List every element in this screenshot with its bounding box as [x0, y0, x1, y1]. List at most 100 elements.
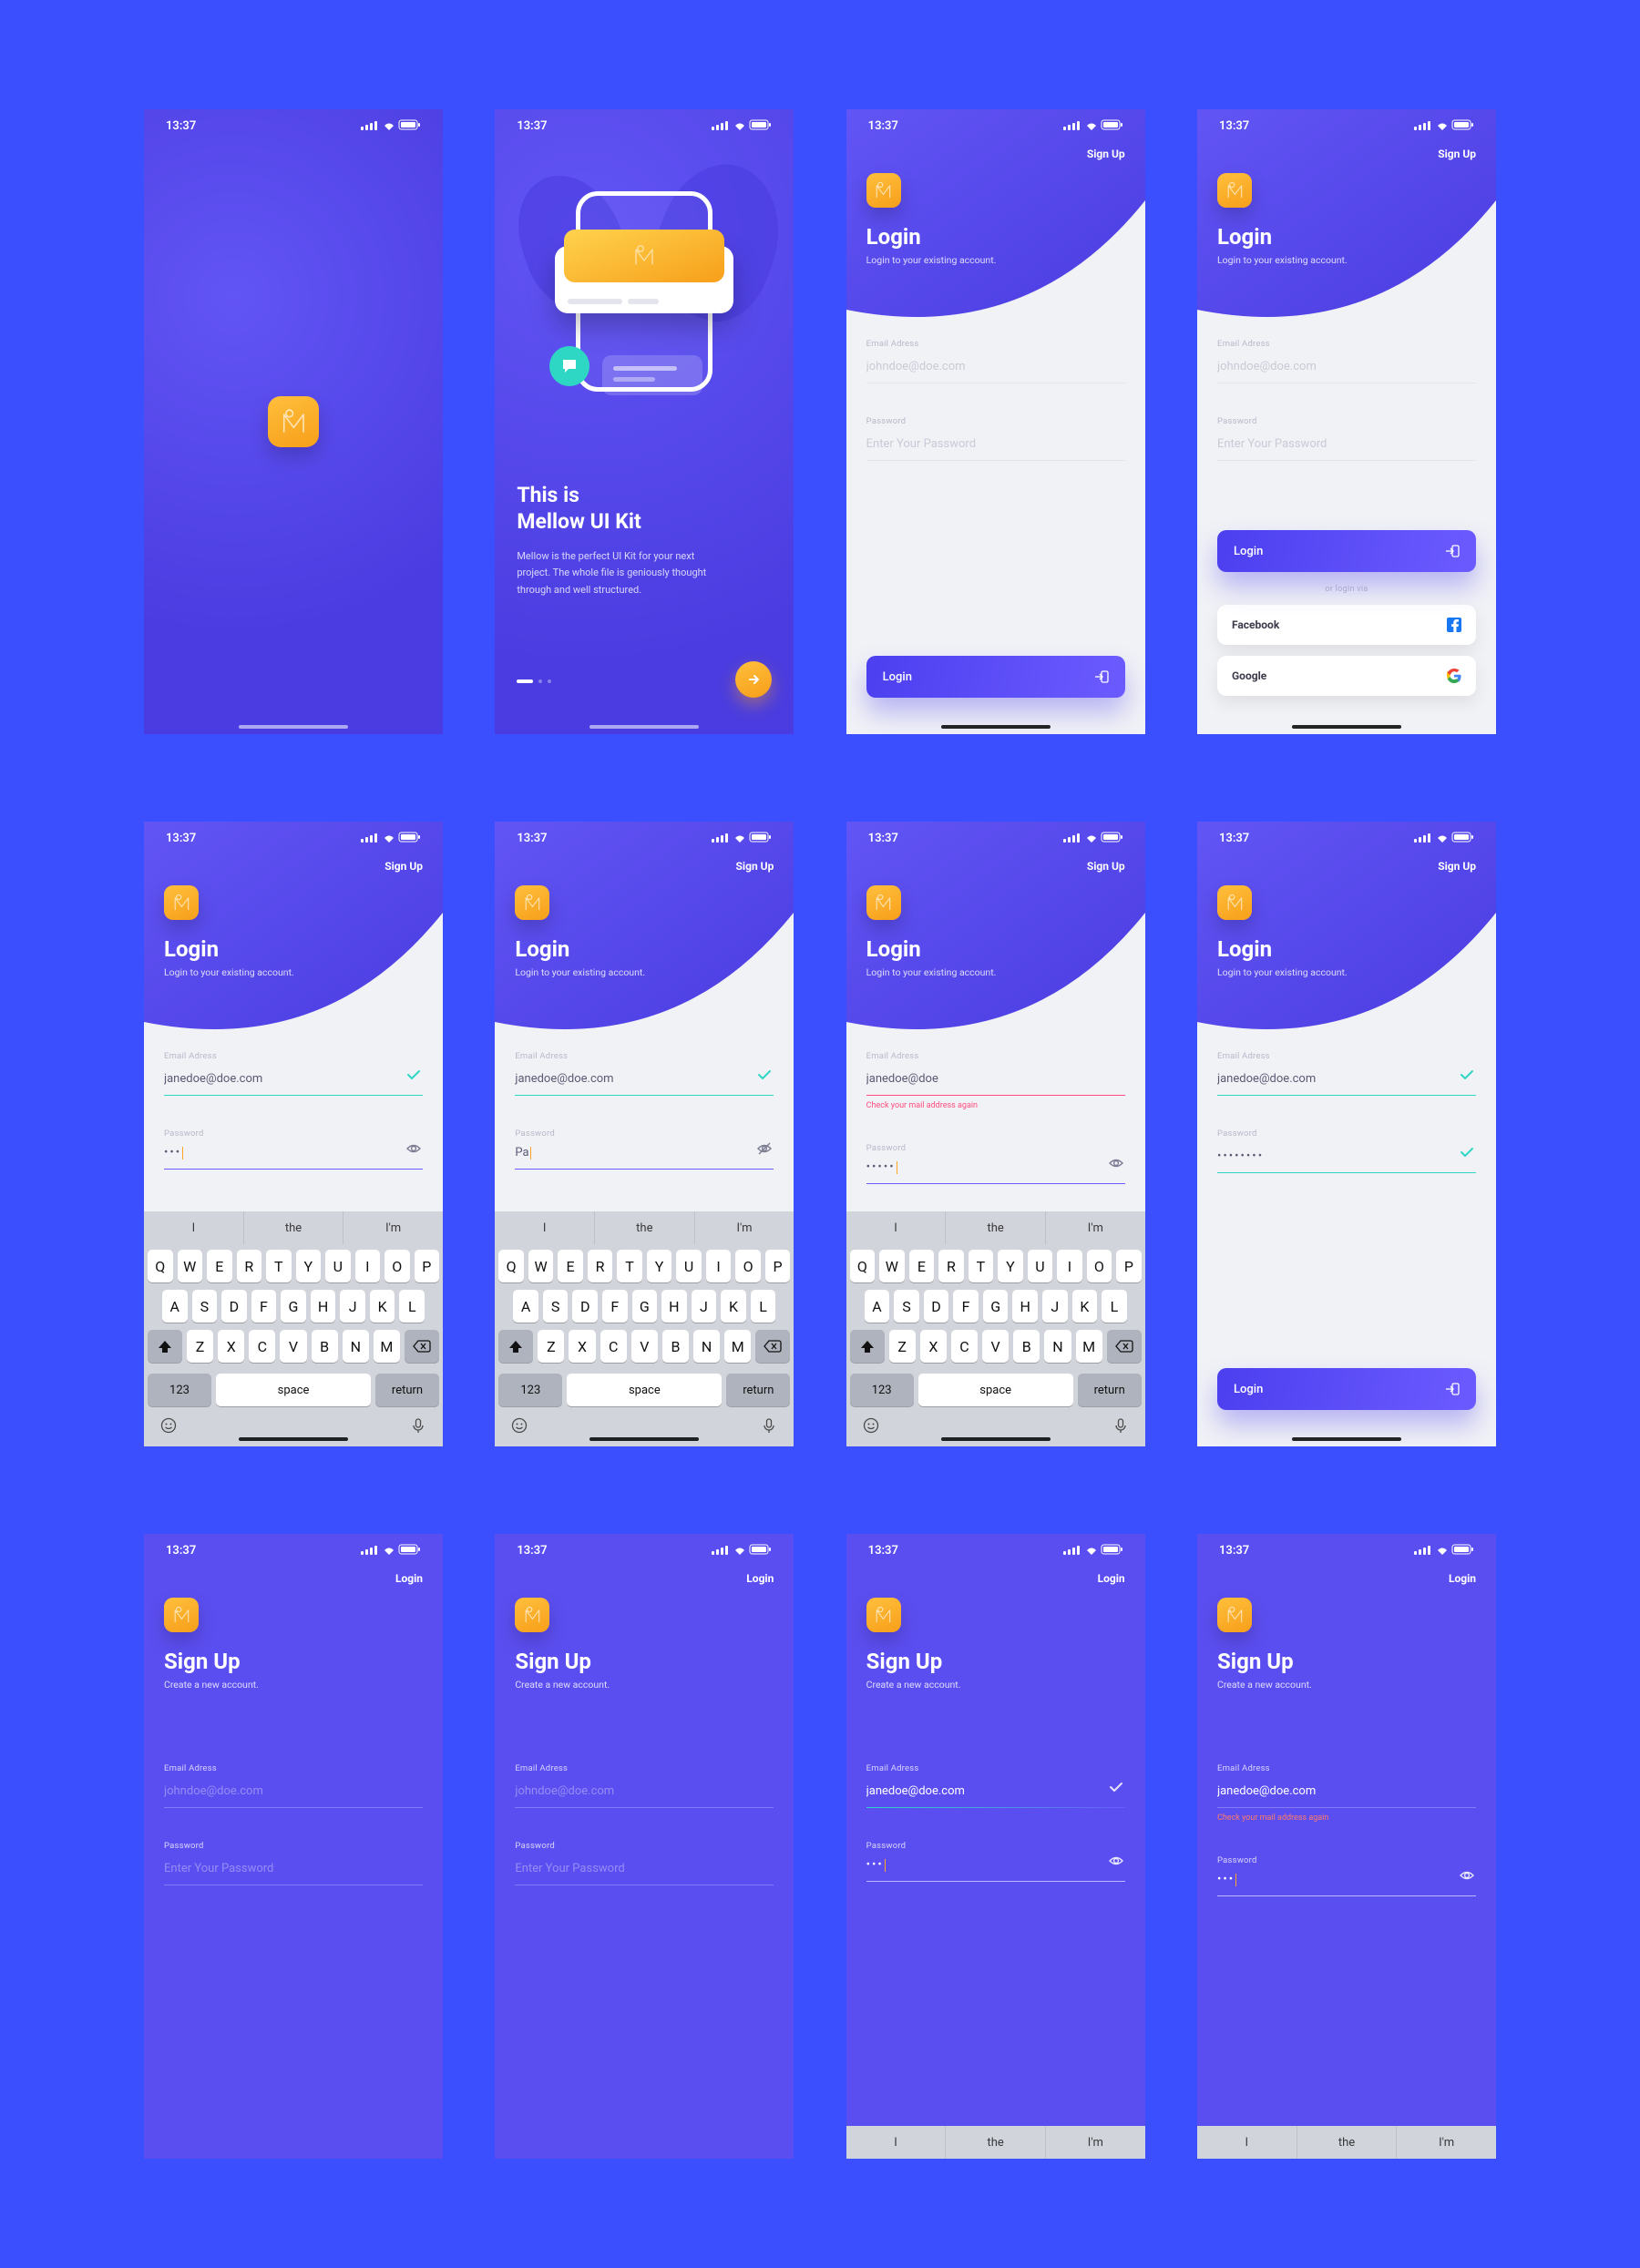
key-I[interactable]: I — [706, 1250, 732, 1282]
key-X[interactable]: X — [569, 1330, 595, 1363]
key-Y[interactable]: Y — [998, 1250, 1023, 1282]
key-Z[interactable]: Z — [538, 1330, 564, 1363]
emoji-icon[interactable] — [863, 1417, 879, 1437]
suggestion[interactable]: the — [946, 1211, 1046, 1244]
email-field[interactable] — [164, 1072, 423, 1096]
email-field[interactable] — [1217, 1072, 1476, 1096]
key-V[interactable]: V — [280, 1330, 306, 1363]
key-Y[interactable]: Y — [296, 1250, 322, 1282]
key-J[interactable]: J — [340, 1290, 365, 1323]
email-field[interactable] — [1217, 360, 1476, 383]
password-field[interactable] — [1217, 437, 1476, 461]
signup-link[interactable]: Sign Up — [1438, 860, 1476, 873]
key-B[interactable]: B — [662, 1330, 689, 1363]
key-Q[interactable]: Q — [498, 1250, 524, 1282]
key-A[interactable]: A — [513, 1290, 538, 1323]
suggestion[interactable]: I — [144, 1211, 244, 1244]
key-O[interactable]: O — [1087, 1250, 1112, 1282]
suggestion[interactable]: I — [1197, 2126, 1297, 2159]
suggestion[interactable]: the — [1297, 2126, 1398, 2159]
eye-off-icon[interactable] — [757, 1141, 772, 1159]
key-M[interactable]: M — [374, 1330, 400, 1363]
suggestion[interactable]: I'm — [1397, 2126, 1496, 2159]
login-button[interactable]: Login — [1217, 1368, 1476, 1410]
signup-link[interactable]: Sign Up — [384, 860, 423, 873]
key-123[interactable]: 123 — [148, 1374, 211, 1406]
key-E[interactable]: E — [558, 1250, 583, 1282]
password-field[interactable]: ••• — [866, 1858, 1125, 1882]
password-field[interactable]: Pa — [515, 1146, 774, 1170]
mic-icon[interactable] — [761, 1417, 777, 1437]
key-shift[interactable] — [850, 1330, 885, 1363]
key-U[interactable]: U — [325, 1250, 351, 1282]
login-button[interactable]: Login — [866, 656, 1125, 698]
key-H[interactable]: H — [661, 1290, 687, 1323]
key-return[interactable]: return — [726, 1374, 790, 1406]
email-field[interactable] — [164, 1784, 423, 1808]
email-field[interactable] — [866, 1784, 1125, 1808]
key-G[interactable]: G — [281, 1290, 306, 1323]
login-link[interactable]: Login — [1449, 1572, 1476, 1585]
dot-1[interactable] — [517, 679, 533, 683]
emoji-icon[interactable] — [160, 1417, 177, 1437]
password-field[interactable]: ••• — [1217, 1873, 1476, 1896]
page-dots[interactable] — [517, 679, 551, 683]
signup-link[interactable]: Sign Up — [1087, 860, 1125, 873]
email-field[interactable] — [1217, 1784, 1476, 1808]
password-field[interactable] — [515, 1862, 774, 1885]
key-H[interactable]: H — [311, 1290, 336, 1323]
key-W[interactable]: W — [178, 1250, 203, 1282]
key-S[interactable]: S — [192, 1290, 218, 1323]
key-C[interactable]: C — [951, 1330, 978, 1363]
key-C[interactable]: C — [600, 1330, 627, 1363]
key-V[interactable]: V — [631, 1330, 658, 1363]
key-S[interactable]: S — [894, 1290, 919, 1323]
key-X[interactable]: X — [920, 1330, 947, 1363]
key-Z[interactable]: Z — [889, 1330, 916, 1363]
suggestion[interactable]: I — [846, 1211, 947, 1244]
key-F[interactable]: F — [602, 1290, 628, 1323]
key-return[interactable]: return — [375, 1374, 439, 1406]
eye-icon[interactable] — [1460, 1868, 1474, 1885]
key-U[interactable]: U — [1028, 1250, 1053, 1282]
email-field[interactable] — [866, 1072, 1125, 1096]
key-delete[interactable] — [1107, 1330, 1142, 1363]
key-O[interactable]: O — [384, 1250, 410, 1282]
login-link[interactable]: Login — [1098, 1572, 1125, 1585]
suggestion[interactable]: I'm — [343, 1211, 443, 1244]
key-L[interactable]: L — [1102, 1290, 1127, 1323]
mic-icon[interactable] — [410, 1417, 426, 1437]
key-W[interactable]: W — [528, 1250, 554, 1282]
key-delete[interactable] — [755, 1330, 790, 1363]
password-field[interactable] — [1217, 1149, 1476, 1173]
eye-icon[interactable] — [1109, 1156, 1123, 1173]
key-A[interactable]: A — [865, 1290, 890, 1323]
key-Q[interactable]: Q — [850, 1250, 876, 1282]
key-D[interactable]: D — [572, 1290, 598, 1323]
key-R[interactable]: R — [938, 1250, 964, 1282]
key-return[interactable]: return — [1078, 1374, 1142, 1406]
password-field[interactable] — [866, 437, 1125, 461]
key-K[interactable]: K — [1072, 1290, 1098, 1323]
suggestion[interactable]: I — [495, 1211, 595, 1244]
key-M[interactable]: M — [1076, 1330, 1102, 1363]
key-J[interactable]: J — [1042, 1290, 1068, 1323]
key-123[interactable]: 123 — [850, 1374, 914, 1406]
key-J[interactable]: J — [692, 1290, 717, 1323]
key-R[interactable]: R — [237, 1250, 262, 1282]
suggestion[interactable]: the — [595, 1211, 695, 1244]
key-L[interactable]: L — [751, 1290, 776, 1323]
key-W[interactable]: W — [879, 1250, 905, 1282]
key-T[interactable]: T — [617, 1250, 642, 1282]
suggestion[interactable]: I'm — [1046, 1211, 1145, 1244]
key-shift[interactable] — [498, 1330, 533, 1363]
key-G[interactable]: G — [632, 1290, 658, 1323]
password-field[interactable]: ••••• — [866, 1160, 1125, 1184]
google-button[interactable]: Google — [1217, 656, 1476, 696]
keyboard[interactable]: I the I'm QWERTYUIOPASDFGHJKLZXCVBNM 123… — [144, 1211, 443, 1446]
keyboard[interactable]: I the I'm — [846, 2126, 1145, 2159]
login-link[interactable]: Login — [395, 1572, 423, 1585]
key-K[interactable]: K — [370, 1290, 395, 1323]
password-field[interactable]: ••• — [164, 1146, 423, 1170]
key-U[interactable]: U — [676, 1250, 702, 1282]
